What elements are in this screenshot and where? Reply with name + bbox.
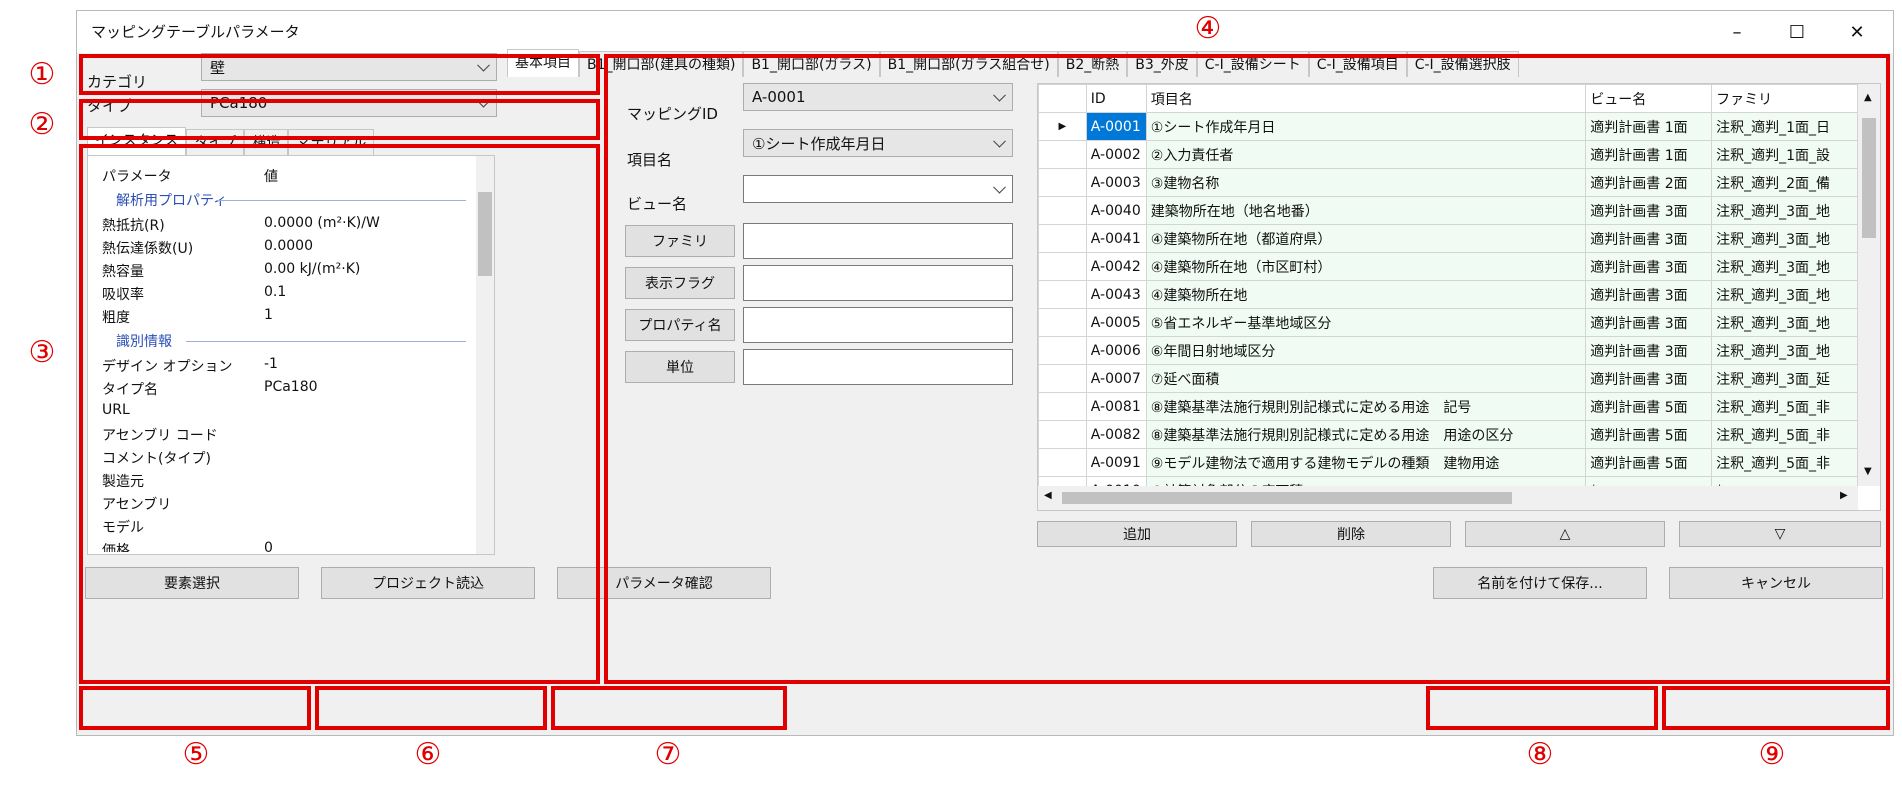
window-title: マッピングテーブルパラメータ — [91, 23, 300, 41]
marker-9: ⑨ — [1758, 737, 1786, 772]
annotation-box-1 — [79, 54, 600, 95]
marker-4: ④ — [1194, 11, 1222, 46]
annotation-box-8 — [1426, 686, 1658, 730]
marker-8: ⑧ — [1526, 737, 1554, 772]
marker-1: ① — [28, 57, 56, 92]
marker-7: ⑦ — [654, 737, 682, 772]
marker-2: ② — [28, 107, 56, 142]
minimize-icon[interactable]: – — [1717, 17, 1757, 47]
close-icon[interactable]: ✕ — [1837, 17, 1877, 47]
marker-3: ③ — [28, 335, 56, 370]
maximize-icon[interactable]: ☐ — [1777, 17, 1817, 47]
annotation-box-9 — [1662, 686, 1890, 730]
annotation-box-6 — [315, 686, 547, 730]
annotation-box-7 — [551, 686, 787, 730]
annotation-box-2 — [79, 99, 600, 140]
annotation-box-4 — [604, 54, 1890, 684]
annotation-box-5 — [79, 686, 311, 730]
annotation-box-3 — [79, 144, 600, 684]
marker-5: ⑤ — [182, 737, 210, 772]
title-bar: マッピングテーブルパラメータ – ☐ ✕ — [77, 11, 1893, 53]
marker-6: ⑥ — [414, 737, 442, 772]
